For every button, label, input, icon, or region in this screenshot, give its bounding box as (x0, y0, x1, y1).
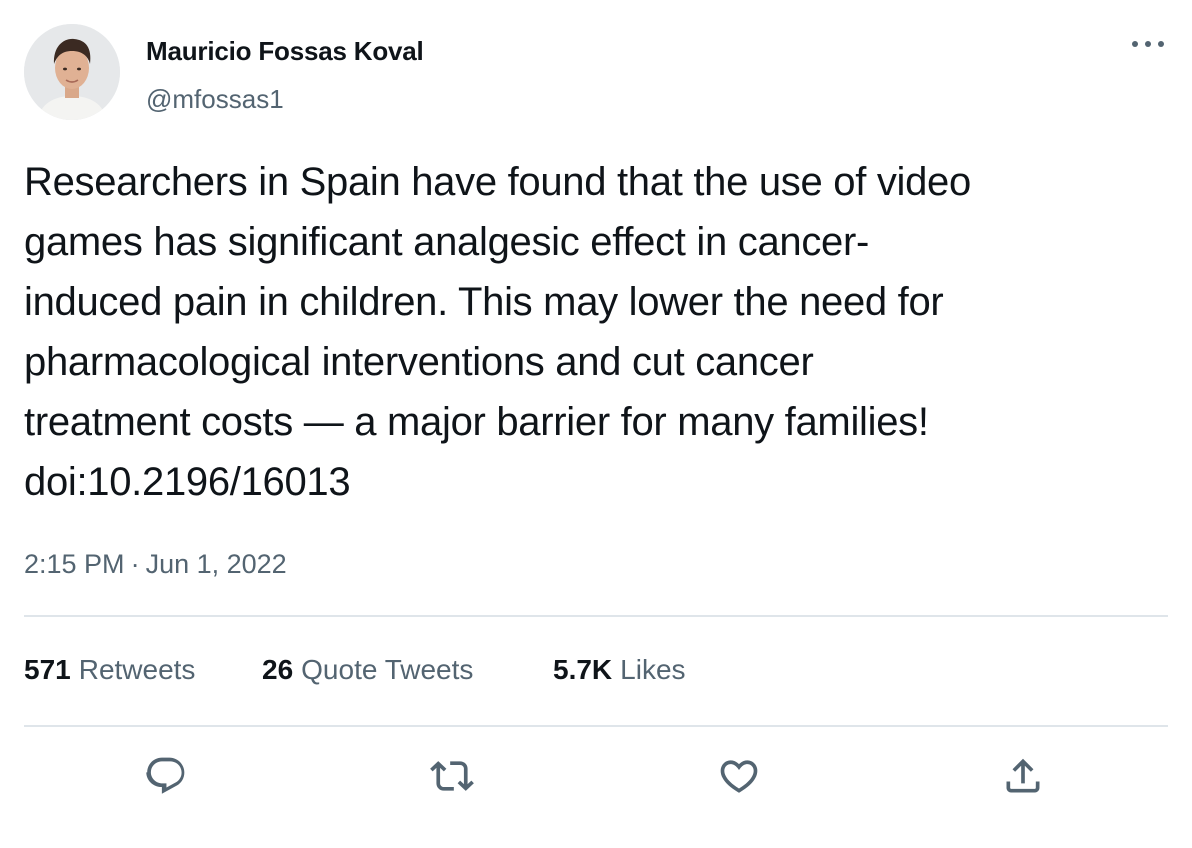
likes-label: Likes (620, 654, 686, 685)
tweet-card: Mauricio Fossas Koval @mfossas1 Research… (0, 0, 1192, 848)
divider (24, 615, 1168, 617)
share-button[interactable] (1001, 754, 1045, 798)
author-handle[interactable]: @mfossas1 (146, 84, 284, 115)
more-horizontal-icon (1132, 41, 1164, 47)
share-icon (1006, 758, 1040, 793)
likes-stat[interactable]: 5.7K Likes (553, 654, 686, 686)
tweet-time: 2:15 PM (24, 549, 125, 579)
retweet-icon (430, 761, 474, 791)
likes-count: 5.7K (553, 654, 613, 685)
more-options-button[interactable] (1128, 30, 1168, 58)
author-display-name[interactable]: Mauricio Fossas Koval (146, 36, 424, 67)
tweet-text-line: induced pain in children. This may lower… (24, 280, 944, 324)
tweet-timestamp[interactable]: 2:15 PM · Jun 1, 2022 (24, 549, 287, 580)
heart-icon (720, 760, 758, 793)
retweets-stat[interactable]: 571 Retweets (24, 654, 195, 686)
avatar[interactable] (24, 24, 120, 120)
like-button[interactable] (717, 754, 761, 798)
reply-icon (146, 757, 185, 794)
quote-tweets-count: 26 (262, 654, 294, 685)
tweet-date: Jun 1, 2022 (145, 549, 287, 579)
tweet-text-line: games has significant analgesic effect i… (24, 220, 870, 264)
quote-tweets-stat[interactable]: 26 Quote Tweets (262, 654, 473, 686)
divider (24, 725, 1168, 727)
tweet-text-line: pharmacological interventions and cut ca… (24, 340, 814, 384)
avatar-photo (24, 24, 120, 120)
retweets-count: 571 (24, 654, 71, 685)
retweet-button[interactable] (430, 754, 474, 798)
quote-tweets-label: Quote Tweets (301, 654, 474, 685)
tweet-text-line: Researchers in Spain have found that the… (24, 160, 971, 204)
retweets-label: Retweets (78, 654, 196, 685)
timestamp-separator: · (130, 549, 140, 579)
tweet-text-line: doi:10.2196/16013 (24, 460, 351, 504)
tweet-text-line: treatment costs — a major barrier for ma… (24, 400, 929, 444)
reply-button[interactable] (144, 754, 188, 798)
tweet-text: Researchers in Spain have found that the… (24, 152, 1174, 512)
